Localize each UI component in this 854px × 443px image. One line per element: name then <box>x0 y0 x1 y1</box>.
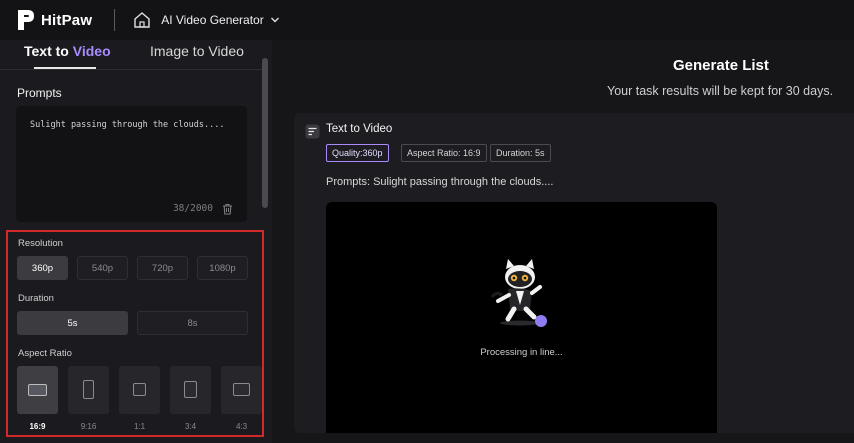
aspect-option-4-3[interactable] <box>221 366 262 414</box>
active-tab-indicator <box>34 67 96 69</box>
aspect-label-4-3: 4:3 <box>235 422 248 431</box>
prompt-text[interactable]: Sulight passing through the clouds.... <box>30 120 224 130</box>
video-preview: Processing in line... <box>326 202 717 433</box>
cat-mascot-icon <box>490 259 547 327</box>
landscape-ratio-icon <box>28 384 47 396</box>
character-count: 38/2000 <box>172 203 213 214</box>
generation-settings: Resolution 360p 540p 720p 1080p Duration… <box>6 230 264 437</box>
duration-option-8s[interactable]: 8s <box>137 311 248 335</box>
aspect-option-3-4[interactable] <box>170 366 211 414</box>
tall-ratio-icon <box>184 381 197 398</box>
processing-status: Processing in line... <box>480 347 563 358</box>
task-title: Text to Video <box>326 123 393 135</box>
tab-text-to-video-prefix: Text to <box>24 43 73 59</box>
aspect-option-1-1[interactable] <box>119 366 160 414</box>
text-document-icon <box>305 124 320 139</box>
wide-ratio-icon <box>233 383 250 396</box>
trash-icon[interactable] <box>222 203 233 215</box>
aspect-option-9-16[interactable] <box>68 366 109 414</box>
duration-label: Duration <box>18 293 54 304</box>
prompt-input[interactable]: Sulight passing through the clouds.... 3… <box>16 106 247 222</box>
aspect-label-1-1: 1:1 <box>133 422 146 431</box>
aspect-label-9-16: 9:16 <box>80 422 97 431</box>
top-bar: HitPaw AI Video Generator <box>0 0 854 40</box>
square-ratio-icon <box>133 383 146 396</box>
scrollbar-thumb[interactable] <box>262 58 268 208</box>
hitpaw-logo-icon <box>18 10 34 30</box>
duration-option-5s[interactable]: 5s <box>17 311 128 335</box>
chevron-down-icon[interactable] <box>270 15 280 25</box>
portrait-ratio-icon <box>83 380 94 399</box>
tab-image-to-video[interactable]: Image to Video <box>150 43 244 59</box>
duration-tag: Duration: 5s <box>490 144 551 162</box>
task-prompt: Prompts: Sulight passing through the clo… <box>326 176 554 188</box>
hitpaw-logo[interactable]: HitPaw <box>16 8 92 32</box>
generate-list-subtitle: Your task results will be kept for 30 da… <box>607 84 834 98</box>
aspect-option-16-9[interactable] <box>17 366 58 414</box>
left-panel: Text to Video Image to Video Prompts Sul… <box>0 40 272 443</box>
tab-text-to-video-suffix: Video <box>72 43 111 59</box>
aspect-ratio-label: Aspect Ratio <box>18 348 72 359</box>
quality-tag: Quality:360p <box>326 144 389 162</box>
resolution-option-720p[interactable]: 720p <box>137 256 188 280</box>
aspect-label-3-4: 3:4 <box>184 422 197 431</box>
generate-list-title: Generate List <box>673 57 769 74</box>
tab-text-to-video[interactable]: Text to Video <box>24 43 111 59</box>
aspect-ratio-tag: Aspect Ratio: 16:9 <box>401 144 487 162</box>
resolution-option-1080p[interactable]: 1080p <box>197 256 248 280</box>
mode-tabs: Text to Video Image to Video <box>0 40 268 70</box>
task-card: Text to Video Quality:360p Aspect Ratio:… <box>294 113 854 433</box>
tool-selector[interactable]: AI Video Generator <box>161 13 264 27</box>
prompts-label: Prompts <box>17 86 62 100</box>
resolution-option-540p[interactable]: 540p <box>77 256 128 280</box>
home-icon[interactable] <box>133 11 151 29</box>
aspect-label-16-9: 16:9 <box>29 422 46 431</box>
header-divider <box>114 9 116 31</box>
resolution-label: Resolution <box>18 238 63 249</box>
brand-name: HitPaw <box>41 11 93 29</box>
resolution-option-360p[interactable]: 360p <box>17 256 68 280</box>
